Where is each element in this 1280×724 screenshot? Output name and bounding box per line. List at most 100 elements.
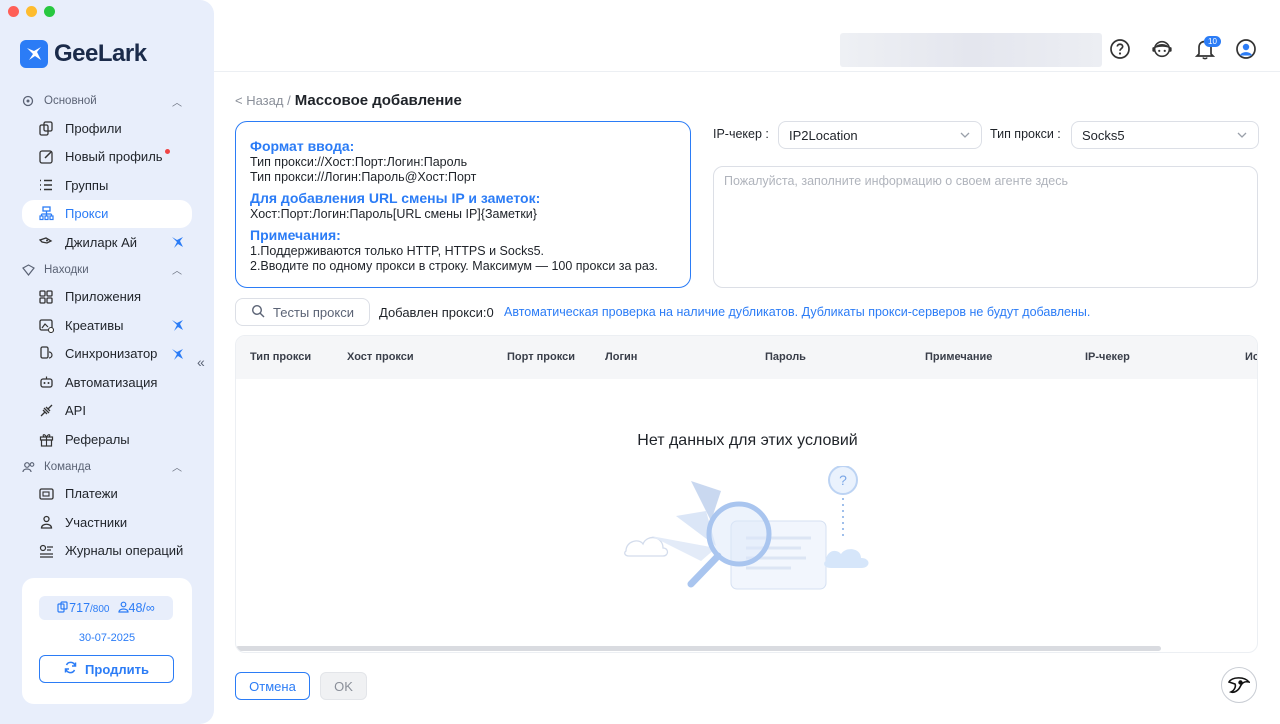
format-heading: Формат ввода:	[250, 138, 355, 154]
sidebar-nav: Основной ︿ Профили Новый профиль Группы …	[0, 88, 214, 565]
test-proxy-button[interactable]: Тесты прокси	[235, 298, 370, 326]
sidebar-item-automation[interactable]: Автоматизация	[22, 368, 192, 397]
ip-checker-value: IP2Location	[789, 127, 858, 143]
edit-icon	[38, 149, 54, 165]
help-icon[interactable]	[1109, 38, 1131, 60]
plan-card: 717/800 48/∞ 30-07-2025 Продлить	[22, 578, 192, 704]
new-badge-dot	[165, 148, 170, 154]
sidebar: GeeLark Основной ︿ Профили Новый профиль…	[0, 0, 214, 724]
sidebar-item-label: Участники	[65, 514, 128, 530]
sidebar-item-api[interactable]: API	[22, 397, 192, 426]
cancel-button[interactable]: Отмена	[235, 672, 310, 700]
geelark-bird-icon	[171, 319, 184, 335]
sidebar-item-label: Автоматизация	[65, 374, 158, 390]
proxy-type-select[interactable]: Socks5	[1071, 121, 1259, 149]
team-section-icon	[22, 460, 36, 474]
sidebar-item-logs[interactable]: Журналы операций	[22, 537, 192, 566]
sidebar-item-apps[interactable]: Приложения	[22, 283, 192, 312]
renew-button[interactable]: Продлить	[39, 655, 174, 683]
column-header: Хост прокси	[347, 351, 414, 363]
sidebar-item-sync[interactable]: Синхронизатор	[22, 340, 192, 369]
sidebar-item-members[interactable]: Участники	[22, 508, 192, 537]
maximize-window-button[interactable]	[44, 6, 55, 17]
sidebar-section-discover[interactable]: Находки ︿	[0, 257, 214, 283]
ip-checker-select[interactable]: IP2Location	[778, 121, 982, 149]
section-label: Команда	[44, 460, 91, 473]
sidebar-item-label: Журналы операций	[65, 543, 184, 559]
account-icon[interactable]	[1235, 38, 1257, 60]
main-content: < Назад / Массовое добавление Формат вво…	[214, 73, 1280, 724]
chevron-down-icon	[959, 129, 971, 144]
sidebar-item-creatives[interactable]: Креативы	[22, 311, 192, 340]
geelark-bird-icon	[171, 236, 184, 252]
sidebar-item-profiles[interactable]: Профили	[22, 114, 192, 143]
note-line: 1.Поддерживаются только HTTP, HTTPS и So…	[250, 244, 544, 258]
format-line: Тип прокси://Хост:Порт:Логин:Пароль	[250, 155, 468, 169]
textarea-placeholder: Пожалуйста, заполните информацию о своем…	[724, 174, 1069, 188]
added-proxies-count: Добавлен прокси:0	[379, 305, 494, 320]
robot-icon	[38, 374, 54, 390]
member-small-icon	[117, 601, 129, 613]
page-title: Массовое добавление	[294, 92, 462, 109]
profiles-usage: 717/800	[57, 601, 110, 615]
topbar: 10	[214, 0, 1280, 72]
ok-button[interactable]: OK	[320, 672, 367, 700]
sidebar-item-ai[interactable]: Джиларк Ай	[22, 228, 192, 257]
discover-section-icon	[22, 263, 36, 277]
sidebar-item-label: Креативы	[65, 317, 124, 333]
proxy-type-label: Тип прокси :	[990, 127, 1061, 141]
plan-expiry-date: 30-07-2025	[78, 632, 136, 644]
sidebar-item-payments[interactable]: Платежи	[22, 480, 192, 509]
app-window: GeeLark Основной ︿ Профили Новый профиль…	[0, 0, 1280, 724]
profiles-small-icon	[57, 601, 68, 613]
sidebar-item-label: Профили	[65, 120, 122, 136]
sidebar-section-main[interactable]: Основной ︿	[0, 88, 214, 114]
column-header: IP-чекер	[1085, 351, 1130, 363]
sidebar-item-label: Приложения	[65, 289, 142, 305]
logo: GeeLark	[20, 40, 147, 68]
sidebar-section-team[interactable]: Команда ︿	[0, 454, 214, 480]
proxy-icon	[38, 206, 54, 222]
members-count: 48/	[128, 601, 146, 615]
svg-text:?: ?	[839, 472, 847, 488]
column-header: Ис	[1245, 351, 1258, 363]
column-header: Пароль	[765, 351, 806, 363]
proxy-input-textarea[interactable]: Пожалуйста, заполните информацию о своем…	[713, 166, 1258, 288]
note-line: 2.Вводите по одному прокси в строку. Мак…	[250, 259, 658, 273]
assistant-bird-button[interactable]	[1221, 667, 1257, 703]
refresh-icon	[64, 661, 77, 677]
plan-usage: 717/800 48/∞	[39, 596, 173, 620]
column-header: Примечание	[925, 351, 993, 363]
sidebar-item-label: Рефералы	[65, 431, 130, 447]
section-label: Основной	[44, 95, 97, 107]
payments-icon	[38, 486, 54, 502]
minimize-window-button[interactable]	[26, 6, 37, 17]
geelark-bird-icon	[171, 348, 184, 364]
sidebar-item-label: API	[65, 403, 86, 419]
breadcrumb: < Назад / Массовое добавление	[235, 92, 462, 109]
sidebar-item-new-profile[interactable]: Новый профиль	[22, 143, 192, 172]
sidebar-item-label: Синхронизатор	[65, 346, 158, 362]
duplicate-check-note: Автоматическая проверка на наличие дубли…	[504, 305, 1091, 319]
back-link[interactable]: < Назад /	[235, 93, 291, 108]
proxy-type-value: Socks5	[1082, 127, 1125, 143]
support-agent-icon[interactable]	[1151, 38, 1173, 60]
ip-checker-label: IP-чекер :	[713, 127, 769, 141]
sidebar-item-proxy[interactable]: Прокси	[22, 199, 192, 228]
sidebar-item-label: Джиларк Ай	[65, 234, 138, 250]
apps-icon	[38, 289, 54, 305]
sync-icon	[38, 346, 54, 362]
geelark-logo-icon	[20, 40, 48, 68]
notes-heading: Примечания:	[250, 227, 341, 243]
input-format-help: Формат ввода: Тип прокси://Хост:Порт:Лог…	[235, 121, 691, 288]
profiles-icon	[38, 120, 54, 136]
close-window-button[interactable]	[8, 6, 19, 17]
format-line: Тип прокси://Логин:Пароль@Хост:Порт	[250, 170, 477, 184]
brand-name: GeeLark	[54, 40, 147, 67]
geelark-assistant-icon	[1228, 677, 1250, 694]
collapse-sidebar-icon[interactable]: «	[197, 354, 205, 370]
sidebar-item-referrals[interactable]: Рефералы	[22, 425, 192, 454]
horizontal-scrollbar[interactable]	[236, 646, 1161, 651]
sidebar-item-groups[interactable]: Группы	[22, 171, 192, 200]
chevron-down-icon	[1236, 129, 1248, 144]
